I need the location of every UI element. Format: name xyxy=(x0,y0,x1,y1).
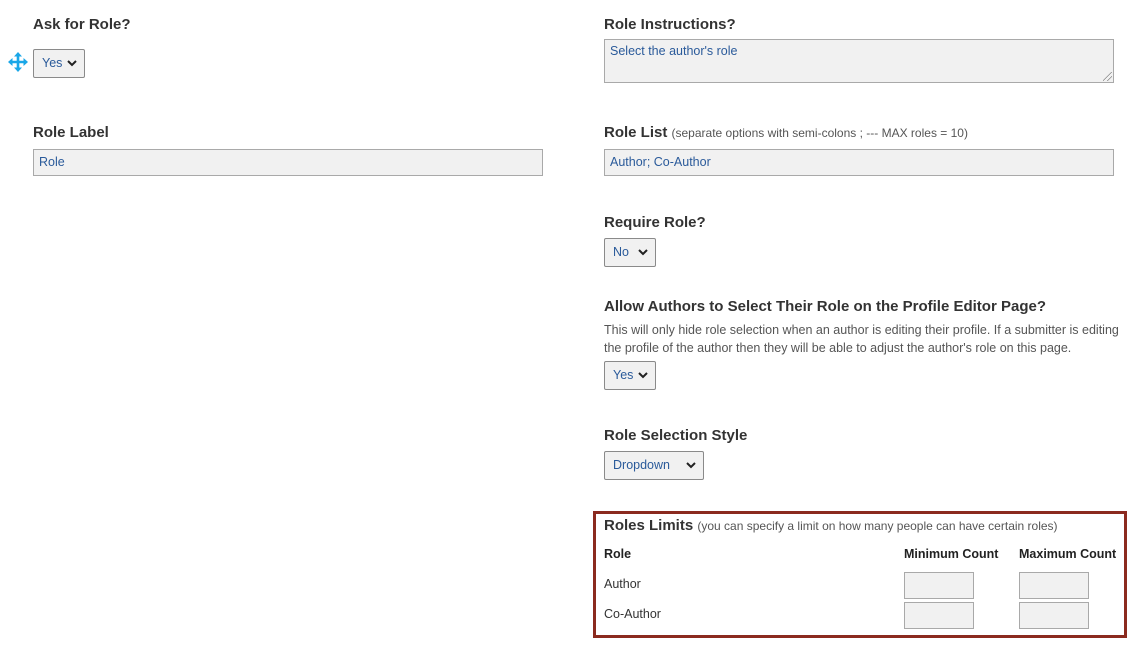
resize-grip-icon[interactable] xyxy=(1103,72,1112,81)
author-minimum-count-input[interactable] xyxy=(904,572,974,599)
co-author-minimum-count-input[interactable] xyxy=(904,602,974,629)
roles-limits-label: Roles Limits xyxy=(604,517,694,534)
role-row-author-label: Author xyxy=(604,577,641,591)
ask-for-role-select[interactable]: Yes xyxy=(33,49,85,78)
role-selection-style-select[interactable]: Dropdown xyxy=(604,451,704,480)
roles-limits-hint: (you can specify a limit on how many peo… xyxy=(697,519,1058,533)
allow-authors-select-value: Yes xyxy=(613,368,634,382)
role-list-heading: Role List (separate options with semi-co… xyxy=(604,124,968,141)
allow-authors-select-select[interactable]: Yes xyxy=(604,361,656,390)
column-header-maximum-count: Maximum Count xyxy=(1019,547,1117,561)
co-author-maximum-count-input[interactable] xyxy=(1019,602,1089,629)
role-row-co-author-label: Co-Author xyxy=(604,607,661,621)
role-label-label: Role Label xyxy=(33,124,109,141)
chevron-down-icon xyxy=(638,372,648,379)
role-instructions-value: Select the author's role xyxy=(610,44,738,58)
role-selection-style-value: Dropdown xyxy=(613,458,670,472)
require-role-label: Require Role? xyxy=(604,214,706,231)
column-header-minimum-count: Minimum Count xyxy=(904,547,999,561)
chevron-down-icon xyxy=(686,462,696,469)
ask-for-role-value: Yes xyxy=(42,56,63,70)
roles-limits-heading: Roles Limits (you can specify a limit on… xyxy=(604,517,1058,534)
role-instructions-label: Role Instructions? xyxy=(604,16,736,33)
move-handle[interactable] xyxy=(8,52,28,77)
role-list-hint: (separate options with semi-colons ; ---… xyxy=(671,126,968,140)
role-instructions-textarea[interactable]: Select the author's role xyxy=(604,39,1114,83)
allow-authors-select-label: Allow Authors to Select Their Role on th… xyxy=(604,298,1046,315)
role-list-input[interactable]: Author; Co-Author xyxy=(604,149,1114,176)
allow-authors-select-description: This will only hide role selection when … xyxy=(604,321,1119,357)
role-label-input[interactable]: Role xyxy=(33,149,543,176)
role-selection-style-label: Role Selection Style xyxy=(604,427,748,444)
allow-authors-description-line-2: the profile of the author then they will… xyxy=(604,341,1072,355)
ask-for-role-label: Ask for Role? xyxy=(33,16,131,33)
move-arrows-icon[interactable] xyxy=(8,52,28,72)
chevron-down-icon xyxy=(67,60,77,67)
author-maximum-count-input[interactable] xyxy=(1019,572,1089,599)
role-list-label: Role List xyxy=(604,124,668,141)
allow-authors-description-line-1: This will only hide role selection when … xyxy=(604,323,1119,337)
require-role-select[interactable]: No xyxy=(604,238,656,267)
column-header-role: Role xyxy=(604,547,632,561)
require-role-value: No xyxy=(613,245,629,259)
chevron-down-icon xyxy=(638,249,648,256)
